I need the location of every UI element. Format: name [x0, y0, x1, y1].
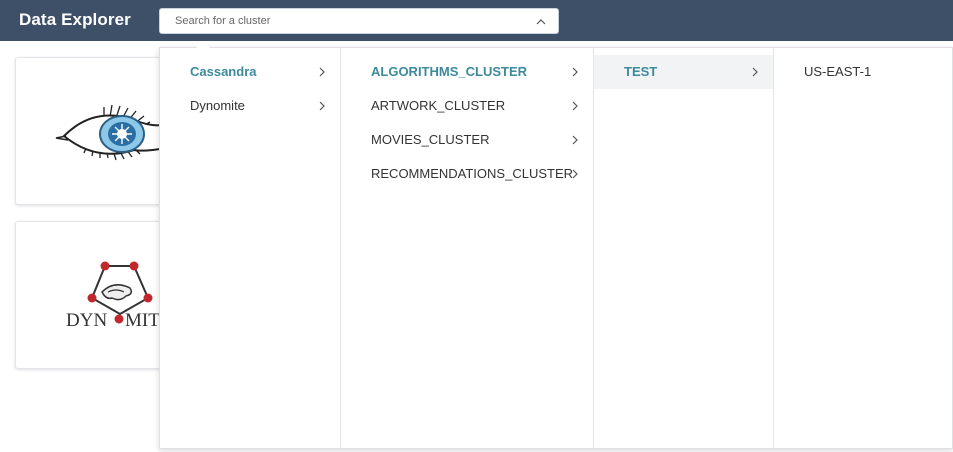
chevron-right-icon — [572, 67, 578, 77]
cluster-menu-item[interactable]: RECOMMENDATIONS_CLUSTER — [341, 157, 593, 191]
cluster-menu-item-label: RECOMMENDATIONS_CLUSTER — [371, 166, 574, 181]
top-nav-bar: Data Explorer — [0, 0, 953, 41]
chevron-right-icon — [319, 101, 325, 111]
cluster-search-input[interactable] — [160, 9, 530, 33]
region-menu-item[interactable]: US-EAST-1 — [774, 55, 953, 89]
database-menu-item-label: Dynomite — [190, 98, 245, 113]
chevron-up-icon[interactable] — [536, 17, 546, 27]
database-menu-item[interactable]: Cassandra — [160, 55, 340, 89]
environment-menu-item-label: TEST — [624, 64, 658, 79]
chevron-right-icon — [572, 169, 578, 179]
dynomite-logo-text: DYN — [66, 310, 107, 331]
cluster-menu-item[interactable]: ARTWORK_CLUSTER — [341, 89, 593, 123]
cluster-menu-item-label: ARTWORK_CLUSTER — [371, 98, 506, 113]
database-menu-item-label: Cassandra — [190, 64, 257, 79]
cluster-menu-item[interactable]: ALGORITHMS_CLUSTER — [341, 55, 593, 89]
database-column: Cassandra Dynomite — [160, 48, 341, 448]
svg-text:MIT: MIT — [125, 310, 160, 331]
cluster-menu-item[interactable]: MOVIES_CLUSTER — [341, 123, 593, 157]
chevron-right-icon — [572, 101, 578, 111]
cluster-search-box[interactable] — [159, 8, 559, 34]
dropdown-pointer — [196, 41, 210, 48]
cassandra-logo-icon — [55, 104, 167, 161]
chevron-right-icon — [752, 67, 758, 77]
app-title: Data Explorer — [19, 10, 131, 29]
cluster-column: ALGORITHMS_CLUSTER ARTWORK_CLUSTER MOVIES_… — [341, 48, 594, 448]
cluster-menu-item-label: ALGORITHMS_CLUSTER — [371, 64, 527, 79]
dynomite-card[interactable]: DYN MIT — [15, 221, 175, 369]
cassandra-card[interactable] — [15, 57, 175, 205]
cluster-cascade-menu: Cassandra Dynomite ALGORITHMS_CLUSTER ARTW… — [159, 47, 953, 449]
database-menu-item[interactable]: Dynomite — [160, 89, 340, 123]
chevron-right-icon — [319, 67, 325, 77]
chevron-right-icon — [572, 135, 578, 145]
environment-column: TEST — [594, 48, 774, 448]
region-menu-item-label: US-EAST-1 — [804, 64, 872, 79]
dynomite-logo-icon: DYN MIT — [66, 261, 160, 331]
region-column: US-EAST-1 — [774, 48, 953, 448]
cluster-menu-item-label: MOVIES_CLUSTER — [371, 132, 490, 147]
environment-menu-item[interactable]: TEST — [594, 55, 773, 89]
